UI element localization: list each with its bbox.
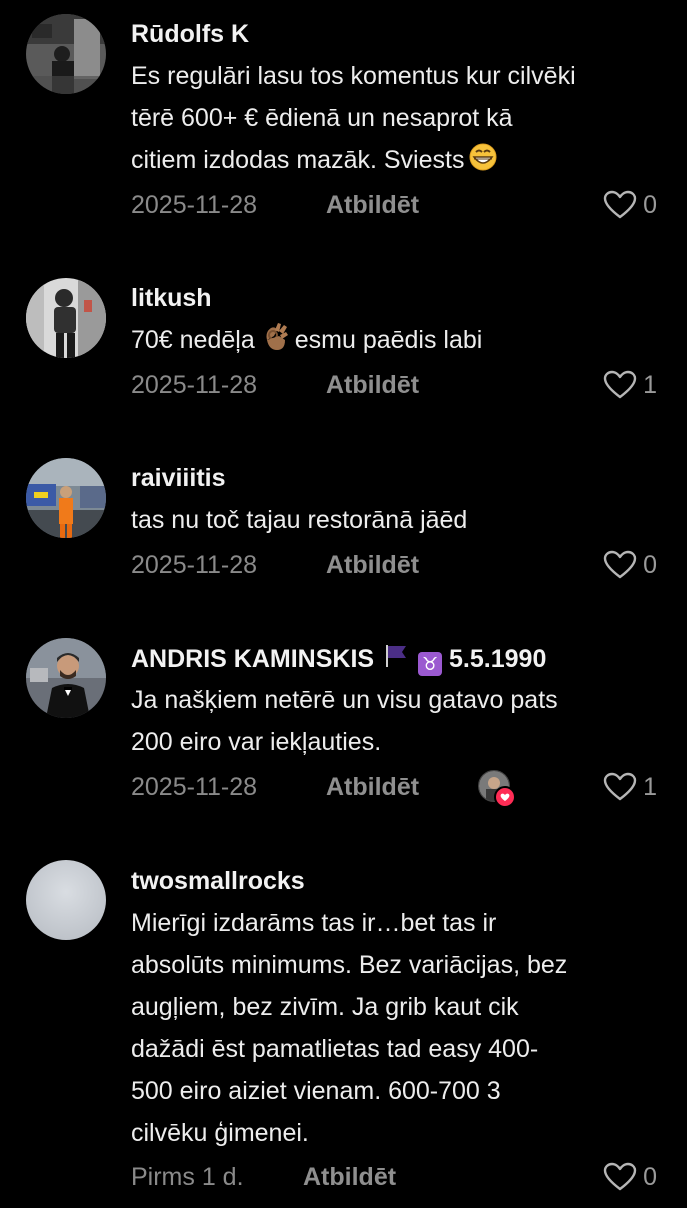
like-count: 0 xyxy=(643,191,657,219)
taurus-icon: ♉ xyxy=(418,652,443,676)
comment-text: tas nu toč tajau restorānā jāēd xyxy=(131,506,468,534)
comment-meta: 2025-11-28 Atbildēt 0 xyxy=(131,545,657,585)
reply-button[interactable]: Atbildēt xyxy=(326,185,419,225)
comment-date: 2025-11-28 xyxy=(131,551,258,579)
avatar[interactable] xyxy=(26,638,106,718)
like-count: 1 xyxy=(643,773,657,801)
comment-date: 2025-11-28 xyxy=(131,371,258,399)
comment-date: 2025-11-28 xyxy=(131,191,258,219)
username[interactable]: twosmallrocks xyxy=(131,866,305,896)
username[interactable]: ANDRIS KAMINSKIS ♉ 5.5.1990 xyxy=(131,643,546,676)
like-button[interactable]: 1 xyxy=(603,767,657,807)
comment-meta: 2025-11-28 Atbildēt 1 xyxy=(131,767,657,808)
comment-date: 2025-11-28 xyxy=(131,773,258,801)
comment-text: 70€ nedēļa esmu paēdis labi xyxy=(131,319,651,365)
comment-text: Mierīgi izdarāms tas ir…bet tas ir absol… xyxy=(131,909,568,1147)
username[interactable]: Rūdolfs K xyxy=(131,19,249,49)
comment-meta: 2025-11-28 Atbildēt 0 xyxy=(131,185,657,225)
like-button[interactable]: 0 xyxy=(603,545,657,585)
avatar[interactable] xyxy=(26,458,106,538)
comment-text: Ja našķiem netērē un visu gatavo pats 20… xyxy=(131,686,558,756)
comment-meta: Pirms 1 d. Atbildēt 0 xyxy=(131,1157,657,1197)
purple-flag-emoji xyxy=(384,643,408,676)
heart-outline-icon xyxy=(603,772,637,802)
creator-liked-badge xyxy=(478,770,516,808)
heart-outline-icon xyxy=(603,190,637,220)
like-button[interactable]: 0 xyxy=(603,185,657,225)
heart-outline-icon xyxy=(603,1162,637,1192)
reply-button[interactable]: Atbildēt xyxy=(326,545,419,585)
like-count: 0 xyxy=(643,1163,657,1191)
like-count: 1 xyxy=(643,371,657,399)
like-button[interactable]: 0 xyxy=(603,1157,657,1197)
avatar[interactable] xyxy=(26,860,106,940)
grinning-face-emoji xyxy=(468,142,498,185)
reply-button[interactable]: Atbildēt xyxy=(326,365,419,405)
heart-outline-icon xyxy=(603,550,637,580)
username[interactable]: raiviiitis xyxy=(131,463,226,493)
like-count: 0 xyxy=(643,551,657,579)
comment-date: Pirms 1 d. xyxy=(131,1163,244,1191)
ok-hand-emoji xyxy=(261,322,289,365)
like-button[interactable]: 1 xyxy=(603,365,657,405)
comment-meta: 2025-11-28 Atbildēt 1 xyxy=(131,365,657,405)
avatar[interactable] xyxy=(26,278,106,358)
reply-button[interactable]: Atbildēt xyxy=(326,767,419,807)
heart-badge-icon xyxy=(494,786,516,808)
reply-button[interactable]: Atbildēt xyxy=(303,1157,396,1197)
avatar[interactable] xyxy=(26,14,106,94)
comment-text: Es regulāri lasu tos komentus kur cilvēk… xyxy=(131,55,651,185)
username[interactable]: litkush xyxy=(131,283,212,313)
heart-outline-icon xyxy=(603,370,637,400)
